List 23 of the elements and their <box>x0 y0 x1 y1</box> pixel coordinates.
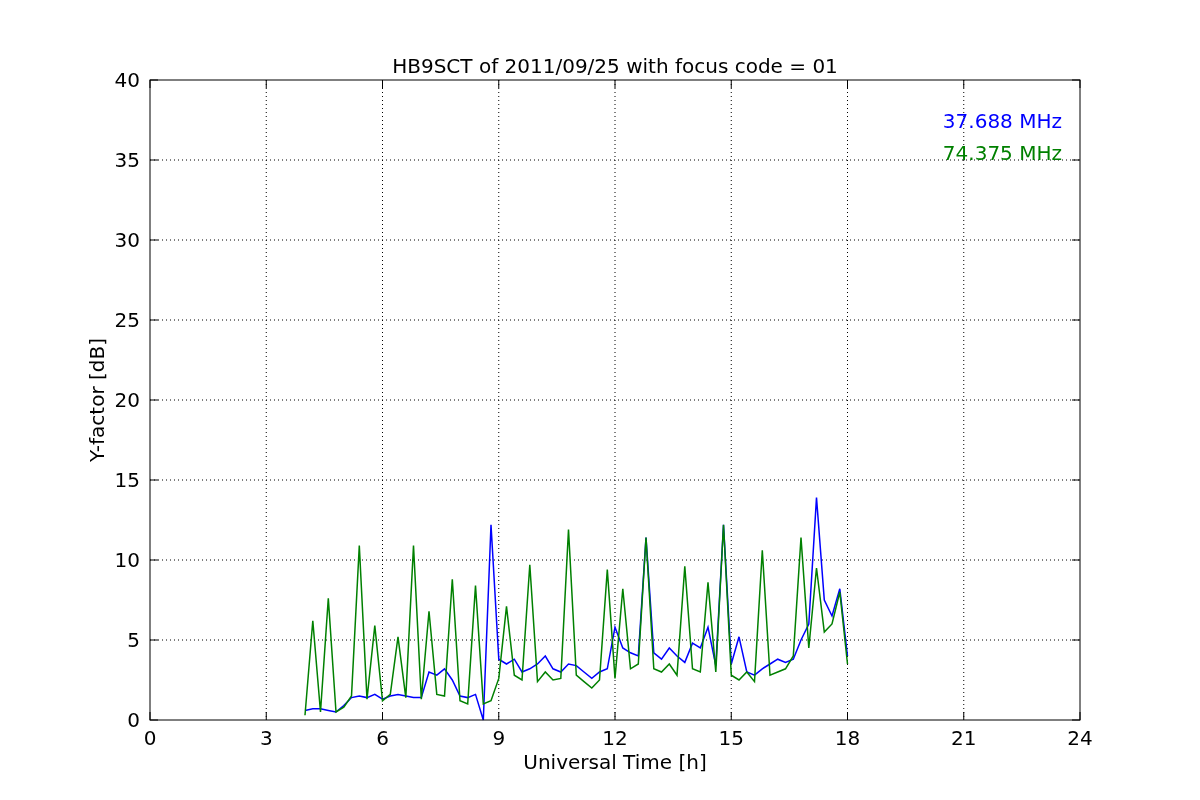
tick-label: 5 <box>127 628 140 652</box>
tick-label: 40 <box>114 68 140 92</box>
tick-label: 21 <box>951 726 977 750</box>
tick-label: 10 <box>114 548 140 572</box>
tick-label: 6 <box>376 726 389 750</box>
tick-label: 12 <box>602 726 628 750</box>
tick-label: 9 <box>492 726 506 750</box>
tick-label: 15 <box>114 468 140 492</box>
chart-title: HB9SCT of 2011/09/25 with focus code = 01 <box>392 54 838 78</box>
tick-label: 30 <box>114 228 140 252</box>
tick-label: 0 <box>143 726 157 750</box>
tick-label: 0 <box>127 708 140 732</box>
tick-label: 25 <box>114 308 140 332</box>
legend-label: 37.688 MHz <box>942 109 1062 133</box>
tick-label: 3 <box>259 726 273 750</box>
tick-label: 15 <box>718 726 744 750</box>
legend-label: 74.375 MHz <box>942 141 1062 165</box>
axis-label: Y-factor [dB] <box>85 338 109 462</box>
tick-label: 24 <box>1067 726 1093 750</box>
tick-label: 18 <box>834 726 861 750</box>
axis-label: Universal Time [h] <box>523 750 707 774</box>
tick-label: 35 <box>114 148 140 172</box>
tick-label: 20 <box>114 388 140 412</box>
